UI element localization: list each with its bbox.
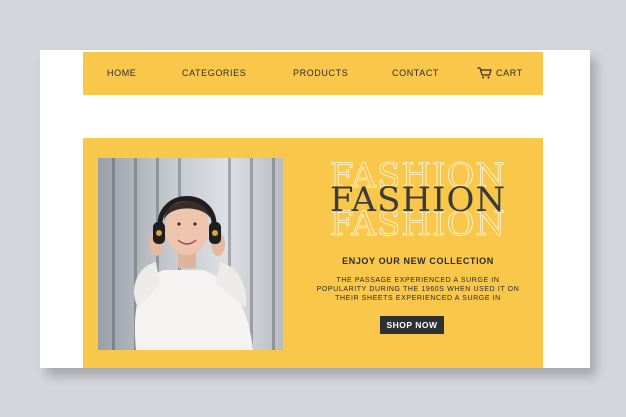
model-figure [134, 196, 253, 350]
nav-home-link[interactable]: HOME [107, 52, 136, 95]
hero-description: THE PASSAGE EXPERIENCED A SURGE IN POPUL… [316, 277, 520, 302]
hero-title: FASHION [329, 180, 507, 220]
hero-photo [98, 158, 283, 350]
nav-contact-link[interactable]: CONTACT [392, 52, 439, 95]
nav-products-link[interactable]: PRODUCTS [293, 52, 348, 95]
cart-icon [477, 67, 492, 79]
hero-banner: FASHION FASHION FASHION ENJOY OUR NEW CO… [83, 138, 543, 368]
hero-subtitle: ENJOY OUR NEW COLLECTION [342, 256, 494, 266]
nav-cart-link[interactable]: CART [477, 52, 523, 95]
nav-categories-link[interactable]: CATEGORIES [182, 52, 246, 95]
shop-now-button[interactable]: SHOP NOW [380, 316, 444, 334]
cart-label: CART [496, 68, 523, 78]
landing-page-card: HOME CATEGORIES PRODUCTS CONTACT CART FA… [40, 50, 590, 368]
top-navbar: HOME CATEGORIES PRODUCTS CONTACT CART [83, 52, 543, 95]
